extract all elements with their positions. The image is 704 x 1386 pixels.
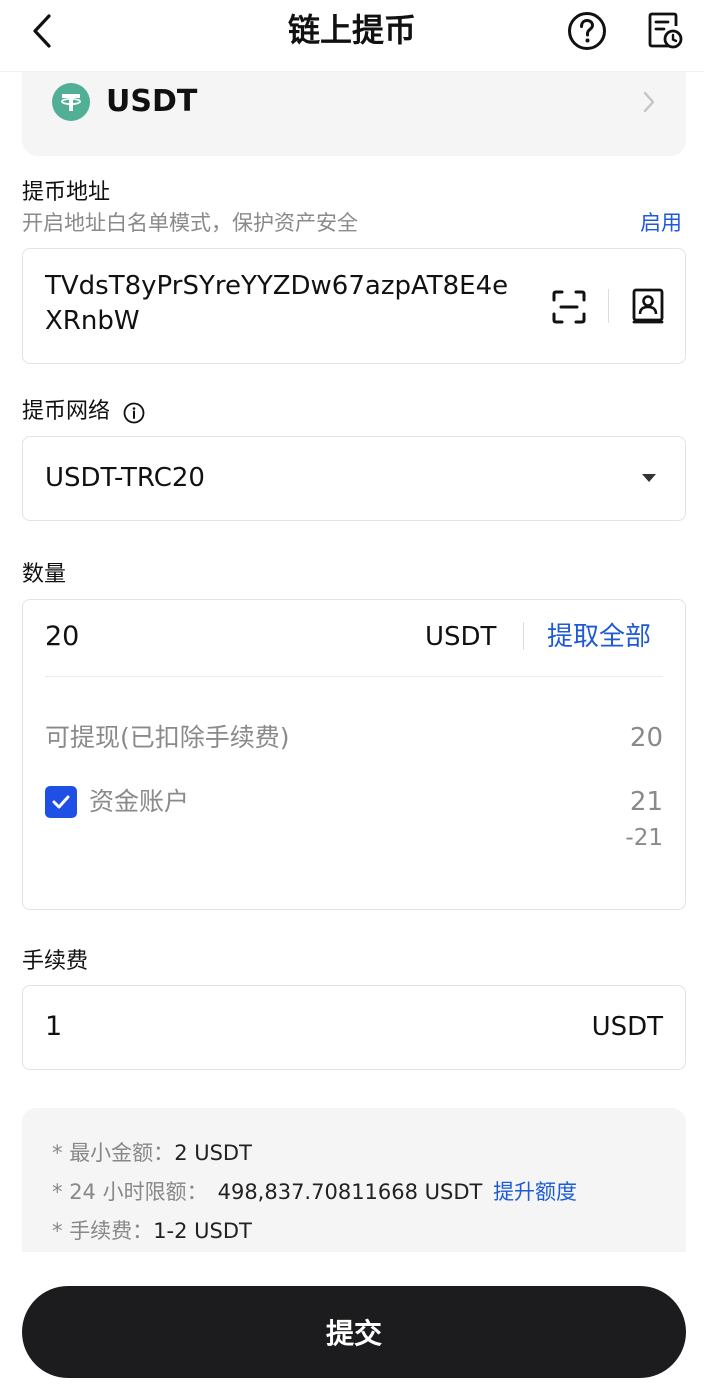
history-icon bbox=[648, 12, 683, 49]
address-value: TVdsT8yPrSYreYYZDw67azpAT8E4eXRnbW bbox=[45, 271, 509, 336]
limits-notes: * 最小金额：2 USDT * 24 小时限额： 498,837.70811668… bbox=[22, 1108, 686, 1252]
withdraw-all-button[interactable]: 提取全部 bbox=[547, 618, 651, 656]
whitelist-hint: 开启地址白名单模式，保护资产安全 bbox=[22, 211, 358, 235]
divider bbox=[523, 622, 524, 650]
raise-limit-link[interactable]: 提升额度 bbox=[493, 1180, 577, 1204]
network-select[interactable]: USDT-TRC20 bbox=[22, 436, 686, 521]
network-label: 提币网络 bbox=[22, 399, 111, 424]
bullet: * bbox=[52, 1141, 70, 1165]
funding-account-checkbox[interactable] bbox=[45, 786, 77, 818]
fee-unit: USDT bbox=[591, 1012, 663, 1042]
enable-whitelist-link[interactable]: 启用 bbox=[640, 208, 682, 238]
note-min-label: 最小金额： bbox=[69, 1141, 175, 1165]
check-icon bbox=[52, 795, 70, 809]
bullet: * bbox=[52, 1180, 70, 1204]
note-daily-limit: * 24 小时限额： 498,837.70811668 USDT 提升额度 bbox=[52, 1177, 577, 1207]
help-button[interactable] bbox=[566, 10, 608, 52]
note-fee: * 手续费：1-2 USDT bbox=[52, 1216, 252, 1246]
scan-icon[interactable] bbox=[551, 289, 587, 325]
top-bar: 链上提币 bbox=[0, 0, 704, 72]
note-min-value: 2 USDT bbox=[174, 1141, 252, 1165]
coin-selector[interactable]: USDT bbox=[22, 72, 686, 156]
amount-label: 数量 bbox=[22, 562, 67, 587]
address-input[interactable]: TVdsT8yPrSYreYYZDw67azpAT8E4eXRnbW bbox=[22, 248, 686, 364]
note-fee-value: 1-2 USDT bbox=[153, 1219, 252, 1243]
coin-name: USDT bbox=[106, 84, 198, 119]
usdt-logo-icon bbox=[52, 83, 90, 121]
fee-label: 手续费 bbox=[22, 949, 89, 974]
chevron-right-icon bbox=[643, 91, 655, 113]
funding-account-label: 资金账户 bbox=[89, 787, 190, 816]
funding-account-balance: 21 bbox=[629, 787, 663, 817]
amount-panel: 20 USDT 提取全部 可提现(已扣除手续费) 20 资金账户 21 -21 bbox=[22, 599, 686, 910]
note-min-amount: * 最小金额：2 USDT bbox=[52, 1138, 252, 1168]
note-limit-value: 498,837.70811668 USDT bbox=[217, 1180, 483, 1204]
info-icon[interactable] bbox=[123, 402, 145, 424]
caret-down-icon bbox=[642, 474, 656, 482]
withdraw-history-button[interactable] bbox=[644, 10, 686, 52]
divider bbox=[608, 289, 609, 323]
note-limit-label: 24 小时限额： bbox=[69, 1180, 208, 1204]
fee-value: 1 bbox=[45, 1011, 63, 1042]
funding-account-deduction: -21 bbox=[625, 825, 663, 851]
fee-field: 1 USDT bbox=[22, 985, 686, 1070]
amount-unit: USDT bbox=[425, 622, 497, 652]
address-book-icon[interactable] bbox=[631, 287, 665, 325]
divider bbox=[45, 676, 663, 677]
submit-button[interactable]: 提交 bbox=[22, 1286, 686, 1378]
question-icon bbox=[568, 12, 606, 50]
amount-input[interactable]: 20 bbox=[45, 618, 79, 656]
address-label: 提币地址 bbox=[22, 180, 111, 205]
available-value: 20 bbox=[629, 723, 663, 753]
bullet: * bbox=[52, 1219, 70, 1243]
note-fee-label: 手续费： bbox=[69, 1219, 154, 1243]
network-value: USDT-TRC20 bbox=[45, 463, 205, 493]
available-label: 可提现(已扣除手续费) bbox=[45, 723, 290, 752]
